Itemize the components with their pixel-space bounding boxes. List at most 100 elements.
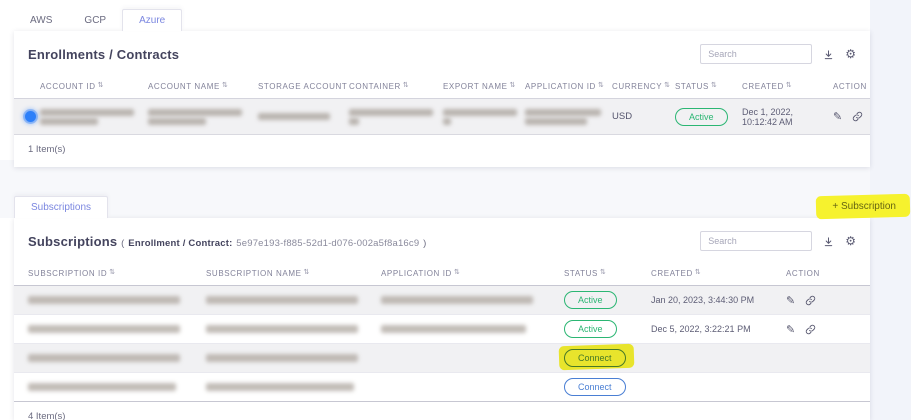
- download-icon[interactable]: [823, 49, 834, 60]
- cell-action: [786, 373, 870, 402]
- cell-status: Connect: [564, 344, 651, 373]
- sort-icon[interactable]: ⇅: [304, 268, 310, 276]
- sort-icon[interactable]: ⇅: [600, 268, 606, 276]
- link-icon[interactable]: [852, 111, 863, 122]
- sort-icon[interactable]: ⇅: [98, 81, 104, 89]
- sort-icon[interactable]: ⇅: [454, 268, 460, 276]
- enrollments-title: Enrollments / Contracts: [28, 47, 179, 62]
- redacted-text: [40, 109, 134, 116]
- redacted-text: [349, 109, 433, 116]
- cell-created: Dec 1, 2022, 10:12:42 AM: [742, 99, 833, 135]
- redacted-text: [40, 118, 98, 125]
- sort-icon[interactable]: ⇅: [222, 81, 228, 89]
- sort-icon[interactable]: ⇅: [510, 81, 516, 89]
- subscriptions-header-row: SUBSCRIPTION ID⇅ SUBSCRIPTION NAME⇅ APPL…: [14, 262, 870, 286]
- gear-icon[interactable]: ⚙: [845, 48, 856, 60]
- col-account-id: ACCOUNT ID⇅: [40, 75, 148, 99]
- enrollments-header-row: ACCOUNT ID⇅ ACCOUNT NAME⇅ STORAGE ACCOUN…: [14, 75, 870, 99]
- redacted-text: [148, 118, 206, 125]
- sort-icon[interactable]: ⇅: [403, 81, 409, 89]
- tab-gcp[interactable]: GCP: [68, 10, 122, 31]
- cell-status: Connect: [564, 373, 651, 402]
- cell-action: ✎: [786, 315, 870, 344]
- subscriptions-tabs: Subscriptions: [14, 196, 108, 218]
- cell-container: [349, 99, 443, 135]
- tab-aws[interactable]: AWS: [14, 10, 68, 31]
- sort-icon[interactable]: ⇅: [109, 268, 115, 276]
- status-badge: Active: [564, 320, 617, 338]
- subscriptions-table: SUBSCRIPTION ID⇅ SUBSCRIPTION NAME⇅ APPL…: [14, 262, 870, 402]
- cell-subscription-id: [28, 315, 206, 344]
- redacted-text: [206, 383, 354, 391]
- col-status: STATUS⇅: [675, 75, 742, 99]
- cell-application-id: [381, 286, 564, 315]
- cell-created: Dec 5, 2022, 3:22:21 PM: [651, 315, 786, 344]
- add-subscription-button[interactable]: + Subscription: [822, 197, 906, 216]
- col-application-id: APPLICATION ID⇅: [381, 262, 564, 286]
- col-subscription-id: SUBSCRIPTION ID⇅: [28, 262, 206, 286]
- redacted-text: [148, 109, 242, 116]
- add-subscription-label: + Subscription: [832, 201, 896, 212]
- redacted-text: [206, 354, 358, 362]
- cell-subscription-id: [28, 373, 206, 402]
- link-icon[interactable]: [805, 295, 816, 306]
- redacted-text: [381, 296, 533, 304]
- col-storage-account: STORAGE ACCOUNT⇅: [258, 75, 349, 99]
- cell-application-id: [381, 344, 564, 373]
- enrollments-table: ACCOUNT ID⇅ ACCOUNT NAME⇅ STORAGE ACCOUN…: [14, 75, 870, 135]
- sort-icon[interactable]: ⇅: [664, 81, 670, 89]
- edit-icon[interactable]: ✎: [833, 111, 842, 122]
- enrollments-card: Enrollments / Contracts ⚙ ACCOUNT ID⇅ AC…: [14, 31, 870, 167]
- redacted-text: [28, 383, 176, 391]
- cell-application-id: [525, 99, 612, 135]
- gear-icon[interactable]: ⚙: [845, 235, 856, 247]
- col-application-id: APPLICATION ID⇅: [525, 75, 612, 99]
- cell-export-name: [443, 99, 525, 135]
- tab-subscriptions[interactable]: Subscriptions: [14, 196, 108, 218]
- subscription-row[interactable]: Active Jan 20, 2023, 3:44:30 PM ✎: [14, 286, 870, 315]
- edit-icon[interactable]: ✎: [786, 295, 795, 306]
- enrollment-context-value: 5e97e193-f885-52d1-d076-002a5f8a16c9: [236, 238, 419, 249]
- cell-subscription-name: [206, 373, 381, 402]
- cell-created: [651, 373, 786, 402]
- status-badge: Active: [564, 291, 617, 309]
- paren-open: (: [121, 238, 124, 249]
- redacted-text: [206, 296, 358, 304]
- sort-icon[interactable]: ⇅: [695, 268, 701, 276]
- enrollments-search-input[interactable]: [700, 44, 812, 64]
- redacted-text: [443, 118, 451, 125]
- redacted-text: [258, 113, 330, 120]
- redacted-text: [206, 325, 358, 333]
- sort-icon[interactable]: ⇅: [711, 81, 717, 89]
- sort-icon[interactable]: ⇅: [598, 81, 604, 89]
- download-icon[interactable]: [823, 236, 834, 247]
- enrollment-row[interactable]: USD Active Dec 1, 2022, 10:12:42 AM ✎: [14, 99, 870, 135]
- tab-azure[interactable]: Azure: [122, 9, 182, 31]
- row-select-radio[interactable]: [25, 111, 36, 122]
- connect-button[interactable]: Connect: [564, 349, 626, 367]
- cell-subscription-id: [28, 286, 206, 315]
- subscription-row[interactable]: Connect: [14, 373, 870, 402]
- cell-status: Active: [675, 99, 742, 135]
- redacted-text: [381, 325, 526, 333]
- cell-storage-account: [258, 99, 349, 135]
- cell-action: [786, 344, 870, 373]
- cell-action: ✎: [786, 286, 870, 315]
- cell-created: [651, 344, 786, 373]
- col-action: ACTION: [786, 262, 870, 286]
- sort-icon[interactable]: ⇅: [786, 81, 792, 89]
- redacted-text: [349, 118, 359, 125]
- cell-status: Active: [564, 315, 651, 344]
- subscription-row[interactable]: Connect: [14, 344, 870, 373]
- subscriptions-search-input[interactable]: [700, 231, 812, 251]
- subscription-row[interactable]: Active Dec 5, 2022, 3:22:21 PM ✎: [14, 315, 870, 344]
- col-created: CREATED⇅: [742, 75, 833, 99]
- connect-button[interactable]: Connect: [564, 378, 626, 396]
- enrollments-item-count: 1 Item(s): [14, 135, 870, 167]
- redacted-text: [525, 118, 587, 125]
- edit-icon[interactable]: ✎: [786, 324, 795, 335]
- cloud-provider-tabs: AWS GCP Azure: [14, 9, 182, 31]
- link-icon[interactable]: [805, 324, 816, 335]
- col-created: CREATED⇅: [651, 262, 786, 286]
- subscriptions-title: Subscriptions ( Enrollment / Contract: 5…: [28, 234, 427, 249]
